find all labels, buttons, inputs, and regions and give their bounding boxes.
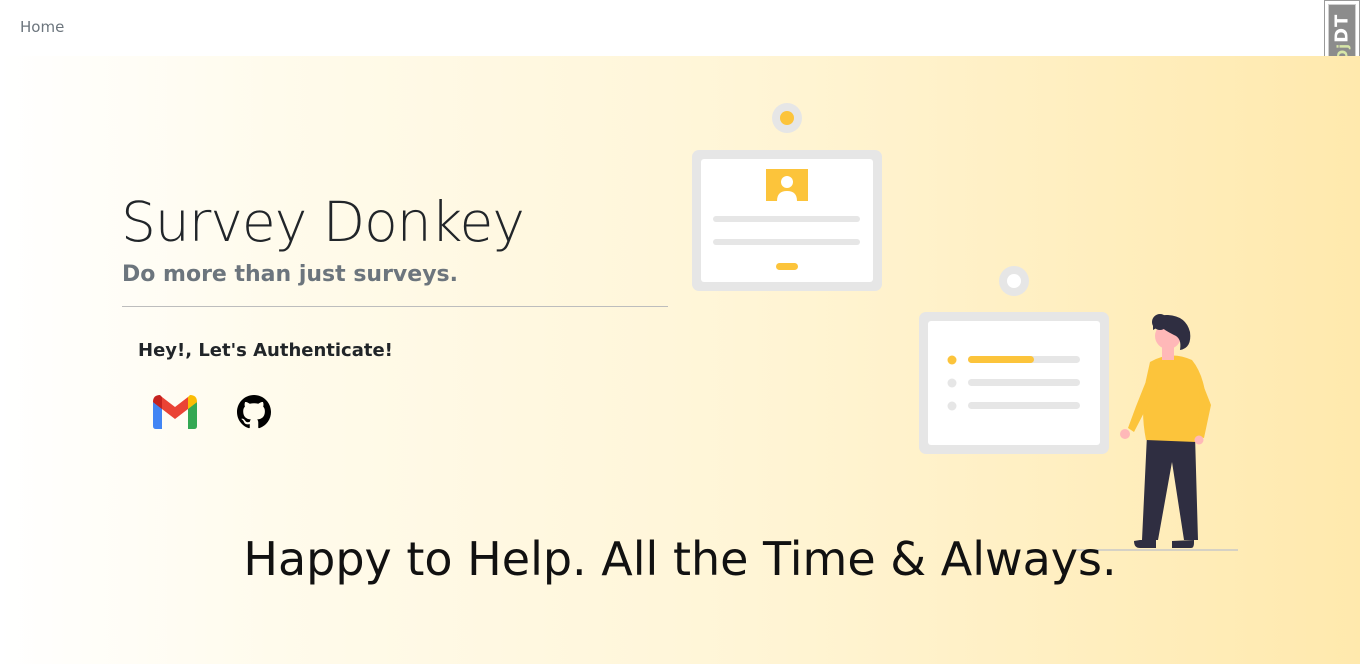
nav-home-link[interactable]: Home [20, 18, 64, 36]
github-icon [237, 395, 271, 429]
survey-illustration [692, 103, 1238, 551]
gmail-icon [153, 395, 197, 429]
auth-heading: Hey!, Let's Authenticate! [138, 340, 393, 361]
github-login-button[interactable] [237, 395, 271, 429]
gmail-login-button[interactable] [151, 393, 199, 430]
page-title: Survey Donkey [121, 190, 525, 254]
tagline: Happy to Help. All the Time & Always. [243, 532, 1117, 586]
navbar: Home [0, 0, 1360, 56]
title-divider [122, 306, 668, 307]
profile-card [692, 103, 882, 291]
progress-card [919, 266, 1109, 454]
page-subtitle: Do more than just surveys. [122, 262, 458, 287]
